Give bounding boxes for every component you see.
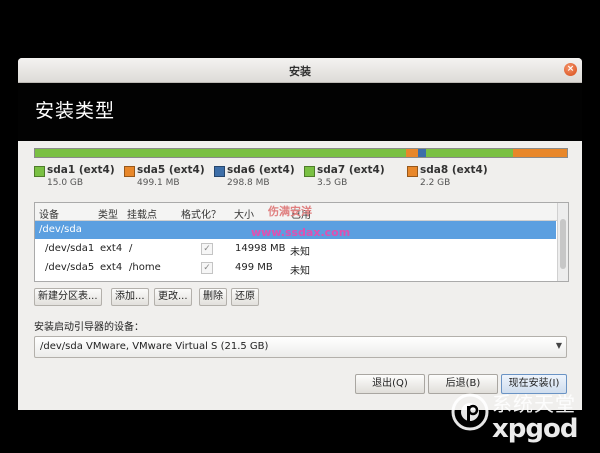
quit-button[interactable]: 退出(Q)	[355, 374, 425, 394]
scrollbar-thumb[interactable]	[560, 219, 566, 269]
title-bar[interactable]: 安装 ×	[18, 58, 582, 83]
watermark-url: www.ssdax.com	[251, 226, 351, 239]
site-logo-en: xpgod	[492, 414, 578, 444]
watermark-text: 伤满安洋	[268, 205, 312, 218]
partition-bar-segment-sda7	[426, 149, 513, 157]
table-row[interactable]: /dev/sda5 ext4 /home ✓ 499 MB 未知	[35, 259, 556, 277]
cell-device: /dev/sda	[39, 224, 82, 235]
dropdown-arrow-icon: ▼	[555, 341, 562, 350]
site-logo: 系统天堂 xpgod	[450, 386, 596, 448]
revert-button[interactable]: 还原	[231, 288, 259, 306]
page-heading: 安装类型	[35, 100, 116, 122]
legend-name: sda8 (ext4)	[420, 164, 488, 176]
cell-used: 未知	[290, 266, 310, 277]
cell-device: /dev/sda1	[45, 243, 95, 254]
legend-size: 2.2 GB	[420, 178, 451, 188]
legend-name: sda5 (ext4)	[137, 164, 205, 176]
boot-loader-select[interactable]: /dev/sda VMware, VMware Virtual S (21.5 …	[34, 336, 567, 358]
partition-bar-segment-sda5	[406, 149, 418, 157]
legend-swatch	[124, 166, 135, 177]
table-scrollbar[interactable]	[557, 203, 568, 281]
legend-swatch	[34, 166, 45, 177]
new-partition-table-button[interactable]: 新建分区表...	[34, 288, 102, 306]
format-checkbox[interactable]: ✓	[201, 243, 213, 255]
header-format[interactable]: 格式化？	[181, 206, 221, 221]
legend-size: 15.0 GB	[47, 178, 84, 188]
cell-size: 14998 MB	[235, 243, 286, 254]
cell-mount: /home	[129, 262, 161, 273]
table-row[interactable]: /dev/sda1 ext4 / ✓ 14998 MB 未知	[35, 240, 556, 258]
boot-loader-label: 安装启动引导器的设备：	[34, 322, 144, 333]
legend-swatch	[214, 166, 225, 177]
header-band: 安装类型	[18, 83, 582, 141]
legend-swatch	[304, 166, 315, 177]
legend-size: 499.1 MB	[137, 178, 180, 188]
legend-swatch	[407, 166, 418, 177]
format-checkbox[interactable]: ✓	[201, 262, 213, 274]
cell-used: 未知	[290, 247, 310, 258]
header-device[interactable]: 设备	[39, 206, 59, 221]
legend-name: sda1 (ext4)	[47, 164, 115, 176]
change-partition-button[interactable]: 更改...	[154, 288, 192, 306]
header-mount[interactable]: 挂载点	[127, 206, 157, 221]
window-title: 安装	[289, 65, 311, 78]
cell-type: ext4	[100, 243, 123, 254]
boot-loader-value: /dev/sda VMware, VMware Virtual S (21.5 …	[40, 341, 269, 352]
legend-name: sda7 (ext4)	[317, 164, 385, 176]
legend-size: 298.8 MB	[227, 178, 270, 188]
partition-legend: sda1 (ext4) 15.0 GB sda5 (ext4) 499.1 MB…	[34, 164, 574, 190]
legend-size: 3.5 GB	[317, 178, 348, 188]
header-size[interactable]: 大小	[234, 206, 254, 221]
partition-bar	[34, 148, 568, 158]
site-logo-cn: 系统天堂	[492, 392, 576, 416]
cell-type: ext4	[100, 262, 123, 273]
partition-bar-segment-sda8	[513, 149, 567, 157]
header-type[interactable]: 类型	[98, 206, 118, 221]
cell-device: /dev/sda5	[45, 262, 95, 273]
legend-name: sda6 (ext4)	[227, 164, 295, 176]
partition-bar-segment-sda1	[35, 149, 406, 157]
partition-bar-segment-sda6	[418, 149, 426, 157]
site-logo-icon	[451, 393, 489, 431]
add-partition-button[interactable]: 添加...	[111, 288, 149, 306]
cell-mount: /	[129, 243, 133, 254]
close-icon[interactable]: ×	[564, 63, 577, 76]
installer-window: 安装 × 安装类型 sda1 (ext4) 15.0 GB sda5 (ext4…	[18, 58, 582, 410]
cell-size: 499 MB	[235, 262, 273, 273]
delete-partition-button[interactable]: 删除	[199, 288, 227, 306]
